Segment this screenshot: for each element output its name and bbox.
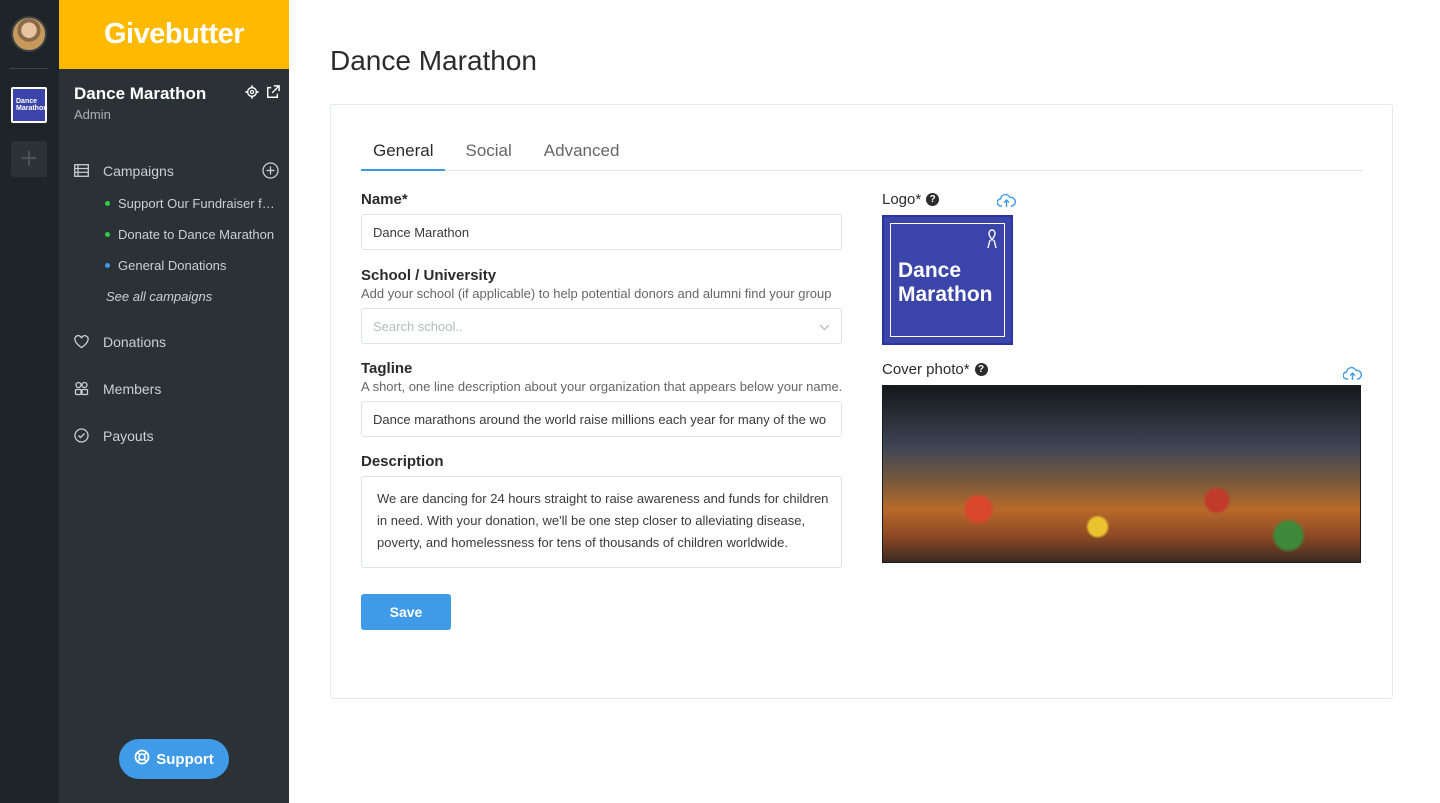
sidebar-item-label: Donations	[103, 333, 167, 350]
settings-card: General Social Advanced Name* Dance Mara…	[330, 104, 1393, 699]
tab-social[interactable]: Social	[453, 129, 523, 171]
sidebar-item-label: Campaigns	[103, 162, 174, 179]
list-icon	[74, 163, 89, 178]
check-circle-icon	[74, 428, 89, 443]
gear-icon[interactable]	[245, 85, 259, 104]
upload-logo-icon[interactable]	[996, 193, 1017, 213]
sidebar-item-donations[interactable]: Donations	[59, 318, 289, 365]
tagline-input[interactable]: Dance marathons around the world raise m…	[361, 401, 842, 437]
users-icon	[74, 381, 89, 396]
tab-general[interactable]: General	[361, 129, 446, 171]
tagline-input-value: Dance marathons around the world raise m…	[373, 411, 827, 427]
name-label: Name*	[361, 191, 408, 208]
logo-text: Dance Marathon	[898, 259, 993, 306]
description-label: Description	[361, 453, 444, 470]
rail-divider	[10, 68, 48, 69]
campaign-item[interactable]: General Donations	[59, 250, 289, 281]
lifebuoy-icon	[134, 749, 150, 769]
cover-label-row: Cover photo* ?	[882, 361, 1362, 378]
upload-cover-icon[interactable]	[1342, 366, 1363, 386]
help-icon[interactable]: ?	[974, 363, 988, 376]
name-input-value: Dance Marathon	[373, 224, 470, 240]
campaign-item-label: Support Our Fundraiser f…	[118, 196, 275, 211]
campaign-list: Support Our Fundraiser f… Donate to Danc…	[59, 188, 289, 312]
cover-photo[interactable]	[882, 385, 1361, 563]
campaign-item[interactable]: Donate to Dance Marathon	[59, 219, 289, 250]
general-form: Name* Dance Marathon School / University…	[361, 191, 843, 630]
status-dot	[105, 263, 110, 268]
ribbon-icon	[987, 229, 997, 249]
heart-icon	[74, 334, 89, 349]
see-all-campaigns-link[interactable]: See all campaigns	[59, 281, 289, 312]
school-label: School / University	[361, 267, 497, 284]
help-icon[interactable]: ?	[926, 193, 940, 206]
add-org-button[interactable]: +	[11, 141, 47, 177]
media-section: Logo* ? Dance Marathon Cover photo* ?	[882, 191, 1363, 563]
sidebar-item-label: Payouts	[103, 427, 154, 444]
status-dot	[105, 232, 110, 237]
logo-label-row: Logo* ?	[882, 191, 1362, 208]
support-button[interactable]: Support	[119, 739, 229, 779]
sidebar-item-payouts[interactable]: Payouts	[59, 412, 289, 459]
org-header: Dance Marathon Admin	[59, 69, 289, 129]
tagline-help: A short, one line description about your…	[361, 379, 843, 394]
school-placeholder: Search school..	[373, 318, 463, 334]
description-textarea[interactable]: We are dancing for 24 hours straight to …	[361, 476, 842, 568]
tab-bar: General Social Advanced	[361, 129, 1363, 171]
sidebar-item-label: Members	[103, 380, 162, 397]
name-input[interactable]: Dance Marathon	[361, 214, 842, 250]
sidebar-item-members[interactable]: Members	[59, 365, 289, 412]
logo-label: Logo*	[882, 191, 922, 208]
logo-image[interactable]: Dance Marathon	[882, 215, 1013, 345]
sidebar-nav: Campaigns Support Our Fundraiser f… Dona…	[59, 147, 289, 459]
support-label: Support	[156, 750, 214, 768]
external-link-icon[interactable]	[266, 85, 280, 104]
school-help: Add your school (if applicable) to help …	[361, 286, 832, 301]
avatar[interactable]	[11, 16, 47, 52]
page-title: Dance Marathon	[330, 45, 538, 76]
chevron-down-icon	[819, 319, 830, 334]
tab-advanced[interactable]: Advanced	[532, 129, 632, 171]
campaign-item-label: Donate to Dance Marathon	[118, 227, 275, 242]
org-thumb-text: Dance Marathon	[16, 98, 48, 112]
save-button[interactable]: Save	[361, 594, 451, 630]
plus-icon: +	[20, 142, 38, 175]
brand-header[interactable]: Givebutter	[59, 0, 289, 69]
campaign-item-label: General Donations	[118, 258, 227, 273]
main-content: Dance Marathon General Social Advanced N…	[289, 0, 1440, 803]
status-dot	[105, 201, 110, 206]
sidebar-item-campaigns[interactable]: Campaigns	[59, 147, 289, 194]
org-switcher-thumb[interactable]: Dance Marathon	[11, 87, 48, 123]
cover-label: Cover photo*	[882, 361, 970, 378]
org-rail: Dance Marathon +	[0, 0, 59, 803]
brand-logo: Givebutter	[103, 18, 245, 50]
sidebar: Givebutter Dance Marathon Admin Campaign…	[59, 0, 289, 803]
add-campaign-icon[interactable]	[262, 162, 279, 182]
school-select[interactable]: Search school..	[361, 308, 842, 344]
tagline-label: Tagline	[361, 360, 413, 377]
org-role: Admin	[74, 107, 111, 122]
